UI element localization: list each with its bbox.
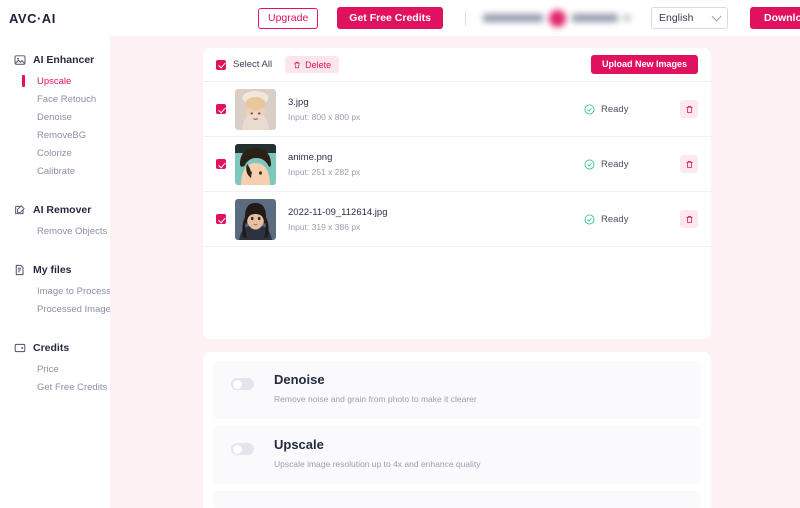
download-app-button[interactable]: Download App <box>749 7 800 29</box>
sidebar-group-header-my-files[interactable]: My files <box>0 258 110 282</box>
delete-row-button[interactable] <box>680 210 698 228</box>
sidebar-group-credits: Credits Price Get Free Credits <box>0 336 110 396</box>
file-input-size: Input: 251 x 282 px <box>288 166 361 177</box>
delete-selected-button[interactable]: Delete <box>285 56 340 73</box>
sidebar-item-denoise[interactable]: Denoise <box>0 108 110 126</box>
account-info-redacted <box>482 9 630 27</box>
files-icon <box>14 264 26 276</box>
status-text: Ready <box>601 103 629 115</box>
language-select-value: English <box>658 12 694 24</box>
status-text: Ready <box>601 158 629 170</box>
status-text: Ready <box>601 213 629 225</box>
username-blurred <box>571 14 618 22</box>
sidebar-item-image-to-process[interactable]: Image to Process <box>0 282 111 300</box>
sidebar: AI Enhancer Upscale Face Retouch Denoise… <box>0 36 111 508</box>
sidebar-item-face-retouch[interactable]: Face Retouch <box>0 90 110 108</box>
file-thumbnail <box>235 88 276 130</box>
file-meta: anime.png Input: 251 x 282 px <box>288 152 584 177</box>
sidebar-group-label: AI Enhancer <box>33 54 95 66</box>
get-free-credits-button[interactable]: Get Free Credits <box>337 7 443 29</box>
sidebar-group-label: My files <box>33 264 72 276</box>
credits-balance-blurred <box>482 14 543 22</box>
app-root: AVC·AI Upgrade Get Free Credits English … <box>0 0 800 508</box>
eraser-icon <box>14 204 26 216</box>
image-icon <box>14 54 26 66</box>
option-description: Upscale image resolution up to 4x and en… <box>274 459 481 469</box>
table-row[interactable]: anime.png Input: 251 x 282 px Ready <box>203 137 711 192</box>
table-row[interactable]: 2022-11-09_112614.jpg Input: 319 x 386 p… <box>203 192 711 247</box>
check-circle-icon <box>584 214 595 225</box>
row-checkbox[interactable] <box>216 159 226 169</box>
trash-icon <box>685 105 694 114</box>
file-input-size: Input: 800 x 800 px <box>288 111 361 122</box>
file-meta: 3.jpg Input: 800 x 800 px <box>288 97 584 122</box>
sidebar-item-price[interactable]: Price <box>0 360 110 378</box>
file-name: 2022-11-09_112614.jpg <box>288 206 388 218</box>
sidebar-item-get-free-credits[interactable]: Get Free Credits <box>0 378 110 396</box>
denoise-toggle[interactable] <box>231 378 254 390</box>
files-panel: Select All Delete Upload New Images 3.jp… <box>203 48 711 339</box>
trash-icon <box>685 160 694 169</box>
sidebar-item-colorize[interactable]: Colorize <box>0 144 110 162</box>
trash-icon <box>685 215 694 224</box>
trash-icon <box>293 61 301 69</box>
sidebar-item-remove-objects[interactable]: Remove Objects <box>0 222 110 240</box>
file-thumbnail <box>235 143 276 185</box>
row-checkbox[interactable] <box>216 104 226 114</box>
option-card-denoise: Denoise Remove noise and grain from phot… <box>213 361 701 419</box>
header-divider <box>464 10 466 26</box>
select-all-checkbox[interactable] <box>216 59 226 70</box>
app-header: AVC·AI Upgrade Get Free Credits English … <box>0 0 800 36</box>
sidebar-item-processed-image[interactable]: Processed Image <box>0 300 111 318</box>
sidebar-item-removebg[interactable]: RemoveBG <box>0 126 110 144</box>
table-row[interactable]: 3.jpg Input: 800 x 800 px Ready <box>203 82 711 137</box>
files-toolbar: Select All Delete Upload New Images <box>203 48 711 82</box>
check-circle-icon <box>584 159 595 170</box>
file-input-size: Input: 319 x 386 px <box>288 221 361 232</box>
file-meta: 2022-11-09_112614.jpg Input: 319 x 386 p… <box>288 207 584 232</box>
language-select[interactable]: English <box>650 7 728 29</box>
chevron-down-icon <box>711 11 722 21</box>
sidebar-group-header-credits[interactable]: Credits <box>0 336 110 360</box>
avatar <box>548 9 566 27</box>
row-checkbox[interactable] <box>216 214 226 224</box>
options-panel: Denoise Remove noise and grain from phot… <box>203 352 711 508</box>
delete-row-button[interactable] <box>680 100 698 118</box>
account-chevron-down-icon <box>623 15 630 21</box>
sidebar-group-header-ai-enhancer[interactable]: AI Enhancer <box>0 48 110 72</box>
upload-new-images-button[interactable]: Upload New Images <box>590 55 698 74</box>
option-card-partial <box>213 491 701 508</box>
wallet-icon <box>14 342 26 354</box>
main-content: Select All Delete Upload New Images 3.jp… <box>110 36 800 508</box>
file-thumbnail <box>235 198 276 240</box>
option-description: Remove noise and grain from photo to mak… <box>274 394 477 404</box>
sidebar-group-my-files: My files Image to Process Processed Imag… <box>0 258 111 318</box>
sidebar-group-ai-remover: AI Remover Remove Objects <box>0 198 110 240</box>
delete-label: Delete <box>305 59 332 70</box>
sidebar-item-calibrate[interactable]: Calibrate <box>0 162 110 180</box>
option-title: Denoise <box>274 372 325 387</box>
status-badge: Ready <box>584 159 680 170</box>
upgrade-button[interactable]: Upgrade <box>258 7 319 29</box>
status-badge: Ready <box>584 214 680 225</box>
sidebar-group-label: AI Remover <box>33 204 92 216</box>
select-all-label[interactable]: Select All <box>233 59 272 70</box>
brand-logo: AVC·AI <box>9 10 56 26</box>
check-circle-icon <box>584 104 595 115</box>
status-badge: Ready <box>584 104 680 115</box>
option-title: Upscale <box>274 437 324 452</box>
sidebar-item-upscale[interactable]: Upscale <box>0 72 110 90</box>
delete-row-button[interactable] <box>680 155 698 173</box>
sidebar-group-label: Credits <box>33 342 70 354</box>
file-name: anime.png <box>288 151 333 163</box>
option-card-upscale: Upscale Upscale image resolution up to 4… <box>213 426 701 484</box>
sidebar-group-header-ai-remover[interactable]: AI Remover <box>0 198 110 222</box>
sidebar-group-ai-enhancer: AI Enhancer Upscale Face Retouch Denoise… <box>0 48 110 180</box>
header-actions: Upgrade Get Free Credits English Downloa… <box>258 0 800 36</box>
upscale-toggle[interactable] <box>231 443 254 455</box>
file-name: 3.jpg <box>288 96 309 108</box>
